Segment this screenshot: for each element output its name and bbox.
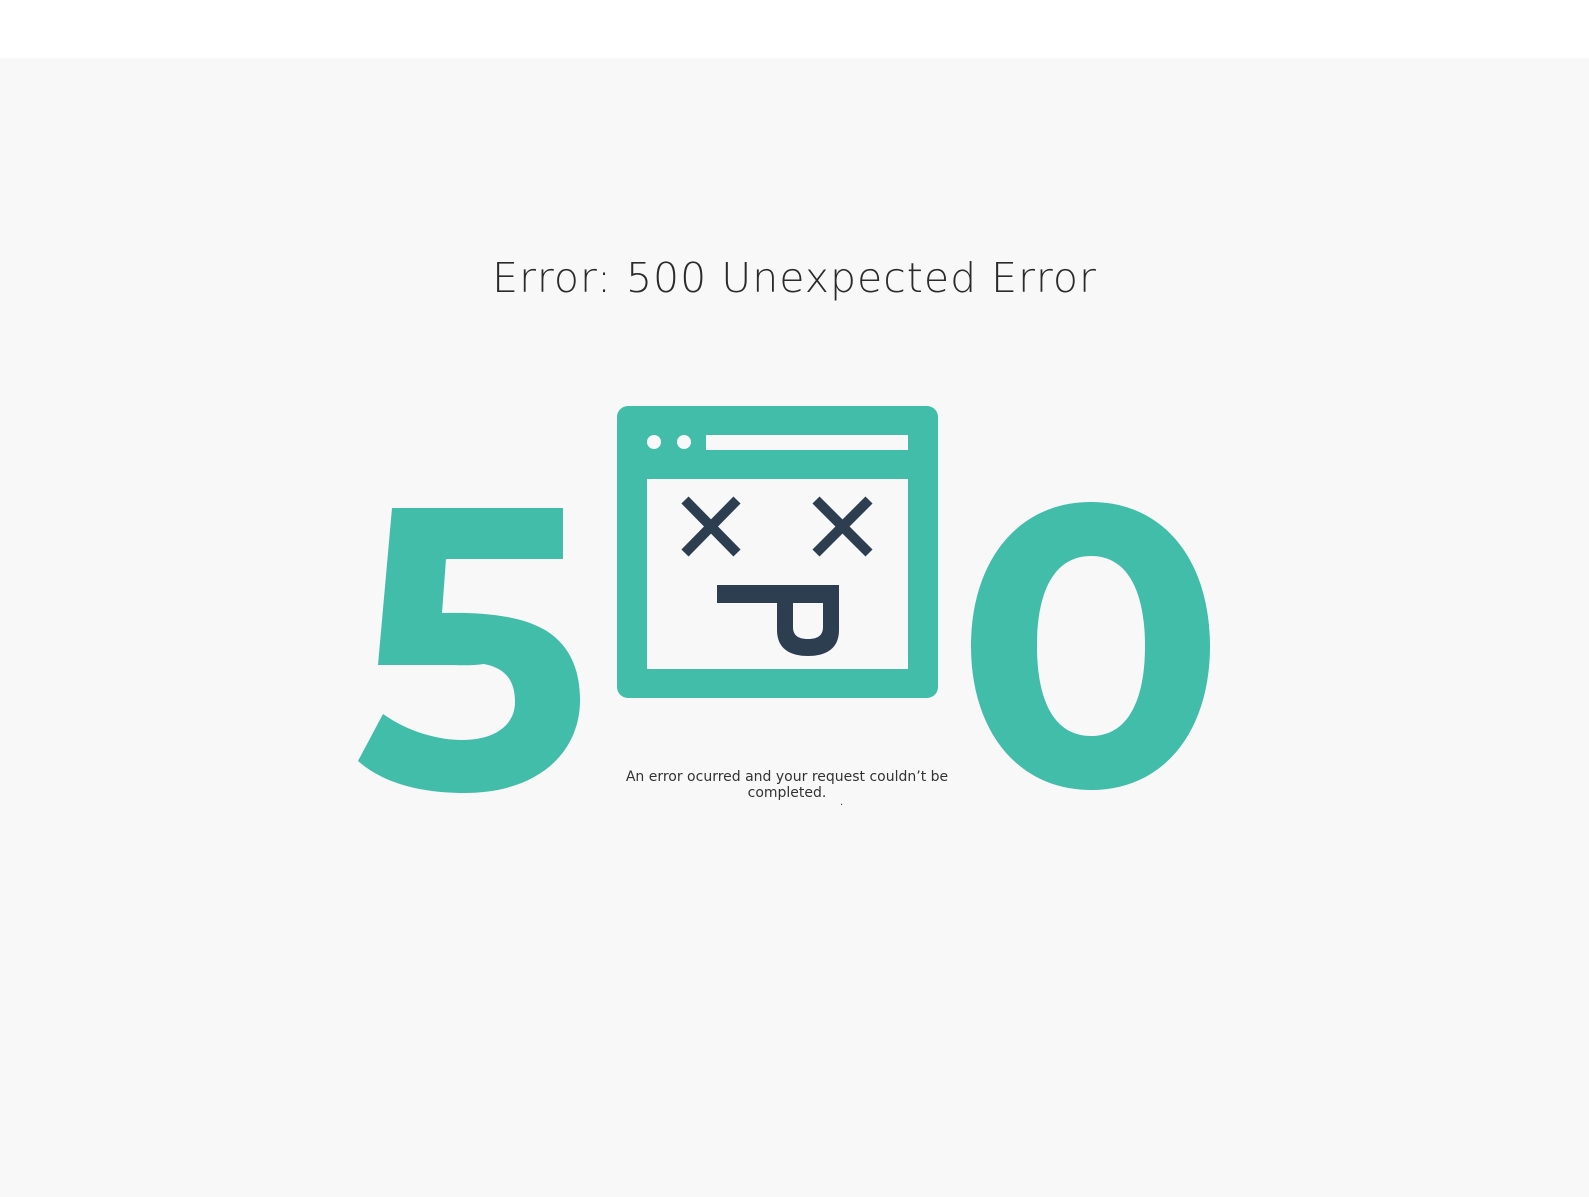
error-message: An error ocurred and your request couldn… — [625, 769, 949, 801]
page-title: Error: 500 Unexpected Error — [492, 254, 1097, 302]
trailing-mark: . — [840, 797, 844, 808]
top-bar — [0, 0, 1589, 58]
main-content — [0, 58, 1589, 1197]
